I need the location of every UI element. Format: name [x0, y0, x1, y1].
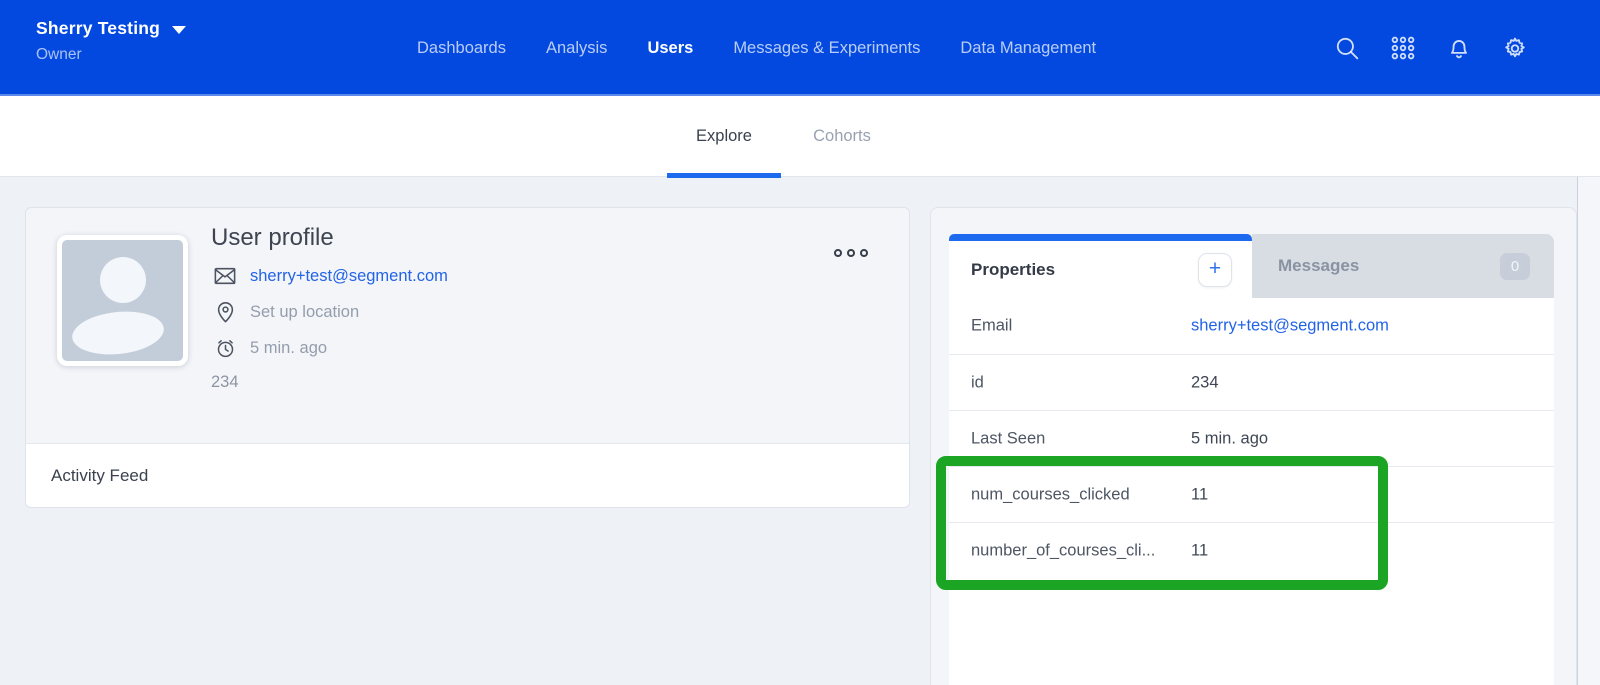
page-right-gutter — [1577, 177, 1600, 685]
property-label: Email — [971, 317, 1012, 336]
property-label: num_courses_clicked — [971, 485, 1130, 504]
workspace-switcher[interactable]: Sherry Testing Owner — [36, 18, 186, 64]
set-up-location-link[interactable]: Set up location — [250, 303, 359, 322]
workspace-role: Owner — [36, 46, 186, 64]
property-label: number_of_courses_cli... — [971, 541, 1155, 560]
nav-item-analysis[interactable]: Analysis — [546, 39, 607, 58]
tab-properties-label: Properties — [971, 260, 1055, 280]
add-property-button[interactable]: + — [1198, 253, 1232, 287]
tab-messages[interactable]: Messages 0 — [1252, 234, 1554, 298]
user-profile-card: User profile sherry+test@segment.com Set… — [25, 207, 910, 508]
property-value: 11 — [1191, 541, 1208, 560]
workspace-name: Sherry Testing — [36, 18, 160, 39]
profile-location-row: Set up location — [211, 300, 448, 324]
activity-feed-section: Activity Feed — [26, 443, 909, 507]
apps-grid-icon[interactable] — [1390, 35, 1416, 61]
avatar-silhouette-body — [70, 307, 166, 358]
tab-cohorts[interactable]: Cohorts — [797, 96, 887, 177]
property-row-last-seen: Last Seen 5 min. ago — [949, 410, 1554, 466]
property-value: 11 — [1191, 485, 1208, 504]
tab-messages-label: Messages — [1278, 256, 1359, 276]
dot — [847, 249, 855, 257]
profile-last-seen-row: 5 min. ago — [211, 336, 448, 360]
tab-explore-label: Explore — [696, 127, 752, 146]
alarm-clock-icon — [214, 338, 236, 359]
dot — [834, 249, 842, 257]
nav-item-dashboards[interactable]: Dashboards — [417, 39, 506, 58]
nav-item-data-management[interactable]: Data Management — [960, 39, 1096, 58]
property-row-num-courses-clicked: num_courses_clicked 11 — [949, 466, 1554, 522]
app-header: Sherry Testing Owner Dashboards Analysis… — [0, 0, 1600, 96]
dot — [860, 249, 868, 257]
main-nav: Dashboards Analysis Users Messages & Exp… — [417, 0, 1096, 96]
search-icon[interactable] — [1334, 35, 1360, 61]
chevron-down-icon — [172, 26, 186, 34]
user-avatar — [57, 235, 188, 366]
profile-title: User profile — [211, 224, 448, 252]
tab-properties[interactable]: Properties + — [949, 234, 1252, 298]
notifications-bell-icon[interactable] — [1446, 35, 1472, 61]
profile-info: User profile sherry+test@segment.com Set… — [211, 224, 448, 392]
nav-item-messages-experiments[interactable]: Messages & Experiments — [733, 39, 920, 58]
property-row-email: Email sherry+test@segment.com — [949, 298, 1554, 354]
property-value: 5 min. ago — [1191, 429, 1268, 448]
properties-panel: Properties + Messages 0 Email sherry+tes… — [949, 234, 1554, 685]
activity-feed-title: Activity Feed — [51, 466, 148, 486]
property-value: 234 — [1191, 373, 1219, 392]
active-tab-topbar — [949, 234, 1252, 241]
avatar-silhouette-head — [100, 257, 146, 303]
panel-empty-space — [949, 578, 1554, 685]
panel-tabs: Properties + Messages 0 — [949, 234, 1554, 298]
active-tab-underline — [667, 173, 781, 178]
header-icon-bar — [1334, 0, 1528, 96]
users-tabbar: Explore Cohorts — [0, 96, 1600, 177]
envelope-icon — [214, 267, 236, 285]
settings-gear-icon[interactable] — [1502, 35, 1528, 61]
profile-user-id: 234 — [211, 373, 448, 392]
profile-overflow-menu-icon[interactable] — [830, 245, 872, 261]
properties-panel-card: Properties + Messages 0 Email sherry+tes… — [930, 207, 1577, 685]
messages-count-badge: 0 — [1500, 253, 1530, 280]
profile-last-seen-value: 5 min. ago — [250, 339, 327, 358]
location-pin-icon — [214, 301, 236, 323]
property-value-email-link[interactable]: sherry+test@segment.com — [1191, 317, 1389, 336]
profile-email-row: sherry+test@segment.com — [211, 264, 448, 288]
profile-email-link[interactable]: sherry+test@segment.com — [250, 267, 448, 286]
tab-explore[interactable]: Explore — [667, 96, 781, 177]
property-row-number-of-courses-clicked: number_of_courses_cli... 11 — [949, 522, 1554, 578]
property-label: Last Seen — [971, 429, 1045, 448]
nav-item-users[interactable]: Users — [647, 39, 693, 58]
property-row-id: id 234 — [949, 354, 1554, 410]
property-label: id — [971, 373, 984, 392]
tab-cohorts-label: Cohorts — [813, 127, 871, 146]
